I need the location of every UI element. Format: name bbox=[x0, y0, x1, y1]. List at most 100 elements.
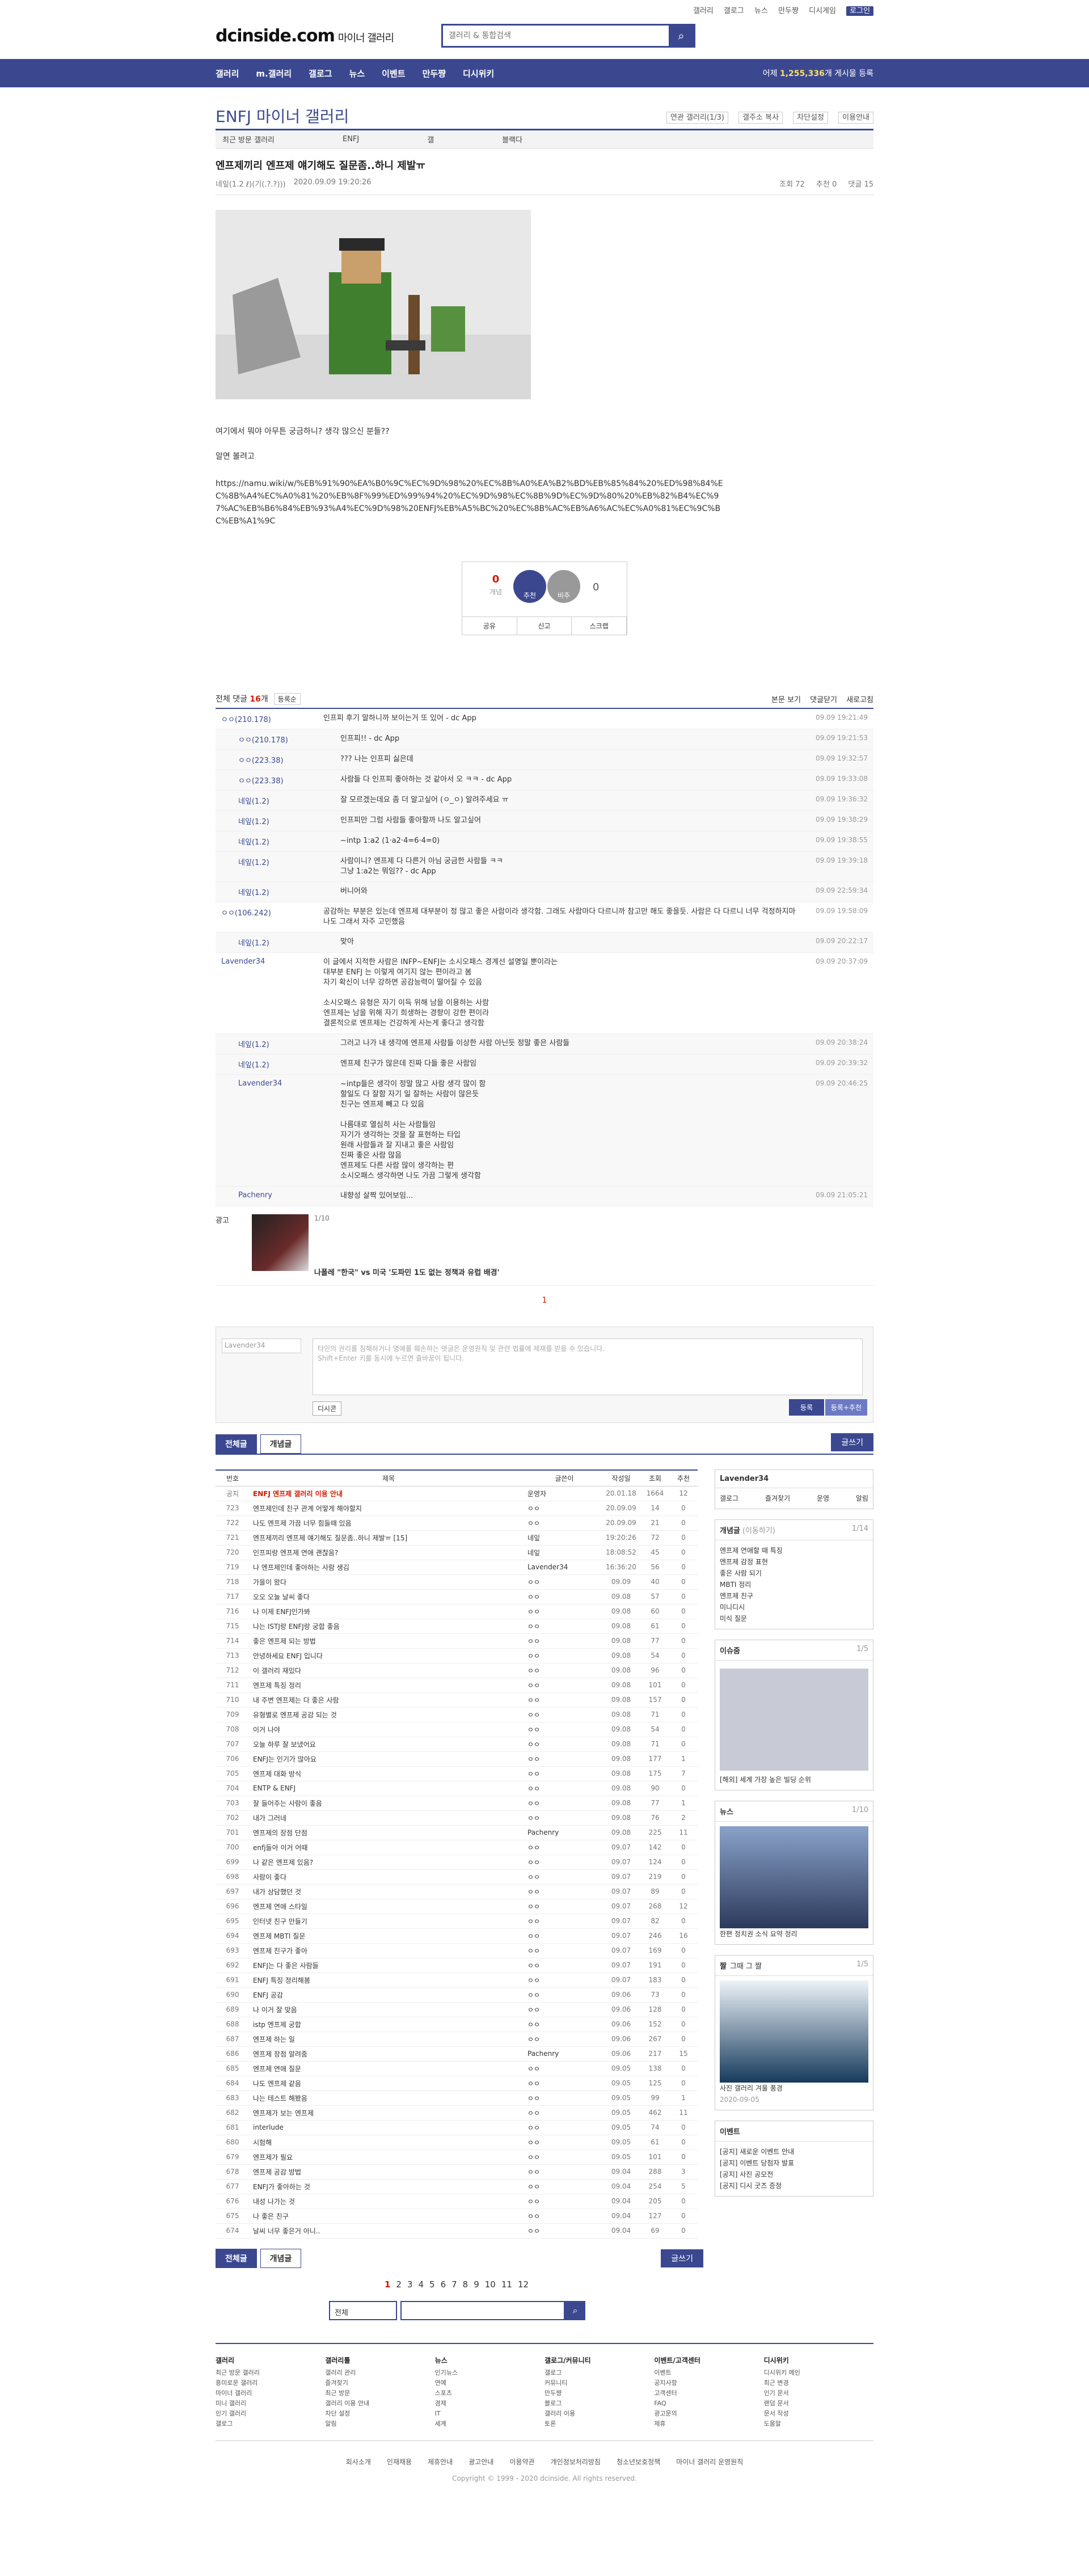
table-row[interactable]: 699 나 같은 엔프제 있음? ㅇㅇ 09.07 124 0 bbox=[216, 1855, 698, 1870]
footer-link[interactable]: 이용약관 bbox=[509, 2458, 534, 2466]
post-writer[interactable]: ㅇㅇ bbox=[527, 2002, 601, 2017]
event-item[interactable]: [공지] 디시 굿즈 증정 bbox=[720, 2180, 868, 2191]
table-row[interactable]: 693 엔프제 친구가 좋아 ㅇㅇ 09.07 169 0 bbox=[216, 1943, 698, 1958]
post-title-link[interactable]: 날씨 너무 좋은거 아니.. bbox=[250, 2223, 527, 2239]
table-row[interactable]: 690 ENFJ 공감 ㅇㅇ 09.06 73 0 bbox=[216, 1987, 698, 2003]
favorites-button[interactable]: 즐겨찾기 bbox=[765, 1493, 790, 1504]
search-icon[interactable]: ⌕ bbox=[669, 26, 694, 46]
table-row[interactable]: 679 엔프제가 필요 ㅇㅇ 09.05 101 0 bbox=[216, 2150, 698, 2165]
sitemap-link[interactable]: 고객센터 bbox=[654, 2388, 763, 2398]
comment-nick[interactable]: Pachenry bbox=[238, 1191, 340, 1200]
post-writer[interactable]: ㅇㅇ bbox=[527, 2032, 601, 2047]
comment-nick[interactable]: ㅇㅇ(223.38) bbox=[238, 775, 340, 786]
post-title-link[interactable]: 좋은 엔프제 되는 방법 bbox=[250, 1633, 527, 1649]
write-button-bottom[interactable]: 글쓰기 bbox=[661, 2249, 703, 2267]
page-link[interactable]: 5 bbox=[429, 2279, 435, 2290]
post-title-link[interactable]: 오오 오늘 날씨 좋다 bbox=[250, 1589, 527, 1604]
post-writer[interactable]: ㅇㅇ bbox=[527, 2223, 601, 2239]
write-button[interactable]: 글쓰기 bbox=[831, 1433, 873, 1451]
post-writer[interactable]: ㅇㅇ bbox=[527, 1619, 601, 1634]
sitemap-link[interactable]: 도움말 bbox=[764, 2419, 873, 2429]
post-writer[interactable]: ㅇㅇ bbox=[527, 1810, 601, 1826]
post-writer[interactable]: Lavender34 bbox=[527, 1560, 601, 1575]
post-title-link[interactable]: 내가 그러네 bbox=[250, 1810, 527, 1826]
post-writer[interactable]: ㅇㅇ bbox=[527, 1663, 601, 1678]
post-title-link[interactable]: 나는 ISTJ랑 ENFJ랑 궁합 좋음 bbox=[250, 1619, 527, 1634]
post-writer[interactable]: ㅇㅇ bbox=[527, 1914, 601, 1929]
post-writer[interactable]: Pachenry bbox=[527, 2046, 601, 2062]
table-row[interactable]: 701 엔프제의 장점 단점 Pachenry 09.08 225 11 bbox=[216, 1825, 698, 1840]
page-link[interactable]: 8 bbox=[463, 2279, 468, 2290]
concept-item[interactable]: 엔프제 친구 bbox=[720, 1590, 868, 1602]
gnb-wiki[interactable]: 디시위키 bbox=[463, 67, 494, 79]
search-input[interactable] bbox=[443, 26, 664, 46]
sitemap-link[interactable]: 갤로그 bbox=[216, 2419, 325, 2429]
table-row[interactable]: 공지 ENFJ 엔프제 갤러리 이용 안내 운영자 20.01.18 1664 12 bbox=[216, 1486, 698, 1501]
comment-nick[interactable]: ㅇㅇ(210.178) bbox=[238, 734, 340, 745]
sitemap-link[interactable]: 갤로그 bbox=[544, 2368, 654, 2378]
table-row[interactable]: 703 잘 들어주는 사람이 좋음 ㅇㅇ 09.08 77 1 bbox=[216, 1796, 698, 1811]
sitemap-link[interactable]: 제휴 bbox=[654, 2419, 763, 2429]
post-title-link[interactable]: 내가 상담했던 것 bbox=[250, 1884, 527, 1899]
post-writer[interactable]: 네잎 bbox=[527, 1530, 601, 1545]
post-title-link[interactable]: ENFJ는 다 좋은 사람들 bbox=[250, 1958, 527, 1973]
post-link[interactable]: https://namu.wiki/w/%EB%91%90%EA%B0%9C%E… bbox=[216, 478, 726, 527]
topnav-gallery[interactable]: 갤러리 bbox=[693, 7, 714, 15]
post-title-link[interactable]: 나도 엔프제 가끔 너무 힘들때 있음 bbox=[250, 1515, 527, 1531]
search-type-select[interactable]: 전체 bbox=[329, 2300, 397, 2320]
sitemap-heading[interactable]: 갤로그/커뮤니티 bbox=[544, 2355, 654, 2366]
table-row[interactable]: 685 엔프제 연애 질문 ㅇㅇ 09.05 138 0 bbox=[216, 2061, 698, 2076]
post-writer[interactable]: ㅇㅇ bbox=[527, 2120, 601, 2135]
table-row[interactable]: 721 엔프제끼리 엔프제 얘기해도 질문좀..하니 제발ㅠ [15] 네잎 19:2… bbox=[216, 1530, 698, 1545]
sitemap-link[interactable]: 흥미로운 갤러리 bbox=[216, 2378, 325, 2388]
post-writer[interactable]: ㅇㅇ bbox=[527, 1751, 601, 1767]
page-link[interactable]: 3 bbox=[407, 2279, 413, 2290]
table-row[interactable]: 675 나 좋은 친구 ㅇㅇ 09.04 127 0 bbox=[216, 2208, 698, 2224]
post-title-link[interactable]: 가을이 왔다 bbox=[250, 1574, 527, 1590]
post-title-link[interactable]: 엔프제 친구가 좋아 bbox=[250, 1943, 527, 1958]
post-writer[interactable]: ㅇㅇ bbox=[527, 1574, 601, 1590]
sitemap-link[interactable]: 최근 방문 갤러리 bbox=[216, 2368, 325, 2378]
table-row[interactable]: 691 ENFJ 특징 정리해봄 ㅇㅇ 09.07 183 0 bbox=[216, 1973, 698, 1988]
related-gallery-button[interactable]: 연관 갤러리(1/3) bbox=[666, 112, 728, 124]
gallog-button[interactable]: 갤로그 bbox=[720, 1493, 738, 1504]
comment-nick[interactable]: ㅇㅇ(210.178) bbox=[221, 713, 323, 724]
table-row[interactable]: 710 내 주변 엔프제는 다 좋은 사람 ㅇㅇ 09.08 157 0 bbox=[216, 1692, 698, 1708]
recommend-button[interactable]: 추천 bbox=[513, 570, 546, 603]
post-title-link[interactable]: 시험해 bbox=[250, 2135, 527, 2150]
page-link[interactable]: 7 bbox=[451, 2279, 457, 2290]
sitemap-link[interactable]: 차단 설정 bbox=[325, 2409, 434, 2419]
post-writer[interactable]: ㅇㅇ bbox=[527, 1869, 601, 1885]
topnav-game[interactable]: 디시게임 bbox=[809, 7, 836, 15]
sitemap-link[interactable]: 연예 bbox=[435, 2378, 544, 2388]
sitemap-link[interactable]: 디시위키 메인 bbox=[764, 2368, 873, 2378]
table-row[interactable]: 719 나 엔프제인데 좋아하는 사람 생김 Lavender34 16:36:20 5… bbox=[216, 1560, 698, 1575]
table-row[interactable]: 707 오늘 하루 잘 보냈어요 ㅇㅇ 09.08 71 0 bbox=[216, 1737, 698, 1752]
page-link[interactable]: 9 bbox=[474, 2279, 479, 2290]
comment-nick[interactable]: 네잎(1.2) bbox=[238, 856, 340, 867]
comment-nick[interactable]: Lavender34 bbox=[238, 1079, 340, 1088]
view-body-button[interactable]: 본문 보기 bbox=[771, 696, 801, 704]
post-title-link[interactable]: istp 엔프제 궁합 bbox=[250, 2017, 527, 2032]
post-writer[interactable]: ㅇㅇ bbox=[527, 1515, 601, 1531]
post-title-link[interactable]: ENFJ는 인기가 많아요 bbox=[250, 1751, 527, 1767]
post-writer[interactable]: ㅇㅇ bbox=[527, 1678, 601, 1693]
post-writer[interactable]: ㅇㅇ bbox=[527, 1796, 601, 1811]
page-link[interactable]: 6 bbox=[441, 2279, 446, 2290]
sitemap-link[interactable]: 공지사항 bbox=[654, 2378, 763, 2388]
post-writer[interactable]: ㅇㅇ bbox=[527, 2135, 601, 2150]
comment-nick[interactable]: 네잎(1.2) bbox=[238, 886, 340, 897]
table-row[interactable]: 692 ENFJ는 다 좋은 사람들 ㅇㅇ 09.07 191 0 bbox=[216, 1958, 698, 1973]
post-writer[interactable]: ㅇㅇ bbox=[527, 1884, 601, 1899]
footer-link[interactable]: 광고안내 bbox=[468, 2458, 493, 2466]
table-row[interactable]: 684 나도 엔프제 같음 ㅇㅇ 09.05 125 0 bbox=[216, 2076, 698, 2091]
page-link[interactable]: 12 bbox=[518, 2279, 529, 2290]
footer-link[interactable]: 마이너 갤러리 운영원칙 bbox=[676, 2458, 743, 2466]
table-row[interactable]: 698 사람이 좋다 ㅇㅇ 09.07 219 0 bbox=[216, 1869, 698, 1885]
post-title-link[interactable]: 엔프제 연애 스타일 bbox=[250, 1899, 527, 1914]
post-title-link[interactable]: 엔프제끼리 엔프제 얘기해도 질문좀..하니 제발ㅠ [15] bbox=[250, 1530, 527, 1545]
sitemap-heading[interactable]: 갤러리 bbox=[216, 2355, 325, 2366]
news-caption[interactable]: 한편 정치권 소식 요약 정리 bbox=[720, 1928, 868, 1940]
sitemap-link[interactable]: 경제 bbox=[435, 2398, 544, 2409]
zzal-caption[interactable]: 사진 갤러리 겨울 풍경 bbox=[720, 2083, 868, 2094]
